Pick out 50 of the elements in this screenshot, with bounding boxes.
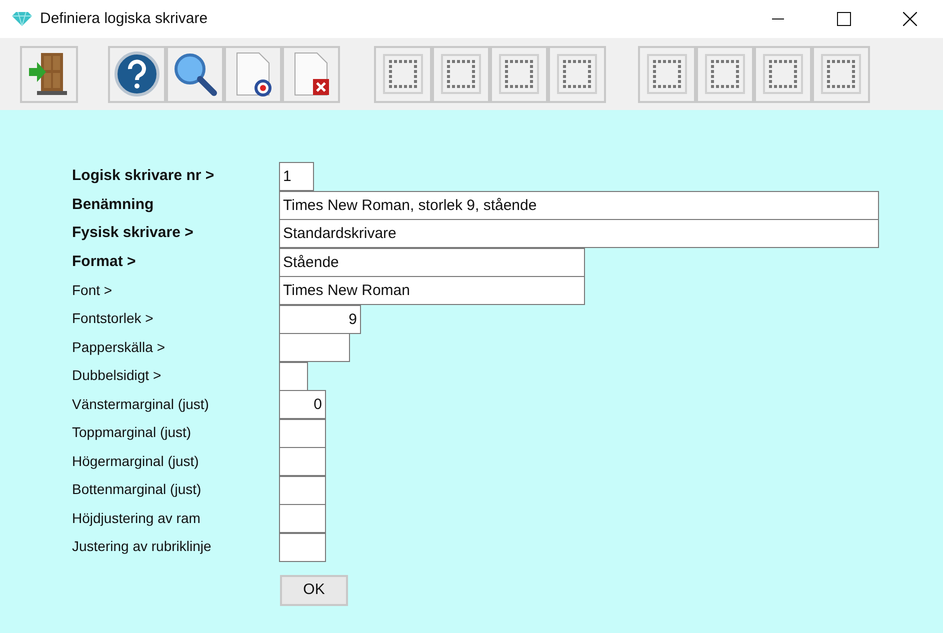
input-field[interactable]: 1 bbox=[279, 162, 314, 192]
help-button[interactable] bbox=[108, 46, 166, 102]
window-title: Definiera logiska skrivare bbox=[40, 8, 208, 29]
input-field[interactable] bbox=[279, 362, 308, 391]
search-icon bbox=[172, 51, 218, 97]
dotted-square-icon bbox=[499, 54, 539, 94]
ok-button[interactable]: OK bbox=[280, 575, 348, 606]
field-label: Vänstermarginal (just) bbox=[72, 394, 210, 414]
dotted-square-icon bbox=[647, 54, 687, 94]
exit-button[interactable] bbox=[20, 46, 78, 102]
field-label: Papperskälla > bbox=[72, 338, 166, 357]
input-field[interactable]: Times New Roman bbox=[279, 276, 585, 306]
input-field[interactable]: 0 bbox=[279, 390, 326, 420]
dotted-square-icon bbox=[383, 54, 423, 94]
input-field[interactable] bbox=[279, 532, 326, 562]
field-label: Justering av rubriklinje bbox=[72, 537, 212, 556]
field-label: Format > bbox=[72, 252, 137, 272]
input-field[interactable] bbox=[279, 333, 350, 362]
minimize-icon bbox=[772, 18, 784, 20]
question-icon bbox=[114, 51, 160, 97]
field-label: Fysisk skrivare > bbox=[72, 223, 194, 243]
field-label: Dubbelsidigt > bbox=[72, 366, 162, 386]
field-label: Fontstorlek > bbox=[72, 309, 154, 328]
search-button[interactable] bbox=[166, 46, 224, 102]
document-refresh-button[interactable] bbox=[224, 46, 282, 102]
input-field[interactable] bbox=[279, 476, 326, 505]
field-label: Höjdjustering av ram bbox=[72, 508, 202, 528]
field-label: Bottenmarginal (just) bbox=[72, 480, 202, 500]
dotted-square-icon bbox=[705, 54, 745, 94]
input-field[interactable] bbox=[279, 447, 326, 476]
dotted-square-icon bbox=[821, 54, 861, 94]
dotted-square-icon bbox=[441, 54, 481, 94]
field-label: Toppmarginal (just) bbox=[72, 423, 192, 442]
field-label: Font > bbox=[72, 280, 114, 300]
maximize-icon bbox=[837, 12, 851, 26]
field-label: Benämning bbox=[72, 194, 155, 214]
input-field[interactable]: Times New Roman, storlek 9, stående bbox=[279, 190, 879, 220]
gem-icon bbox=[12, 12, 32, 26]
close-icon bbox=[903, 12, 917, 26]
document-delete-button[interactable] bbox=[282, 46, 340, 102]
input-field[interactable]: Standardskrivare bbox=[279, 219, 879, 248]
input-field[interactable] bbox=[279, 418, 326, 448]
input-field[interactable]: Stående bbox=[279, 248, 585, 277]
input-field[interactable] bbox=[279, 504, 326, 534]
field-label: Logisk skrivare nr > bbox=[72, 166, 216, 186]
door-arrow-icon bbox=[29, 51, 69, 97]
field-label: Högermarginal (just) bbox=[72, 452, 200, 471]
dotted-square-icon bbox=[557, 54, 597, 94]
input-field[interactable]: 9 bbox=[279, 304, 361, 334]
dotted-square-icon bbox=[763, 54, 803, 94]
